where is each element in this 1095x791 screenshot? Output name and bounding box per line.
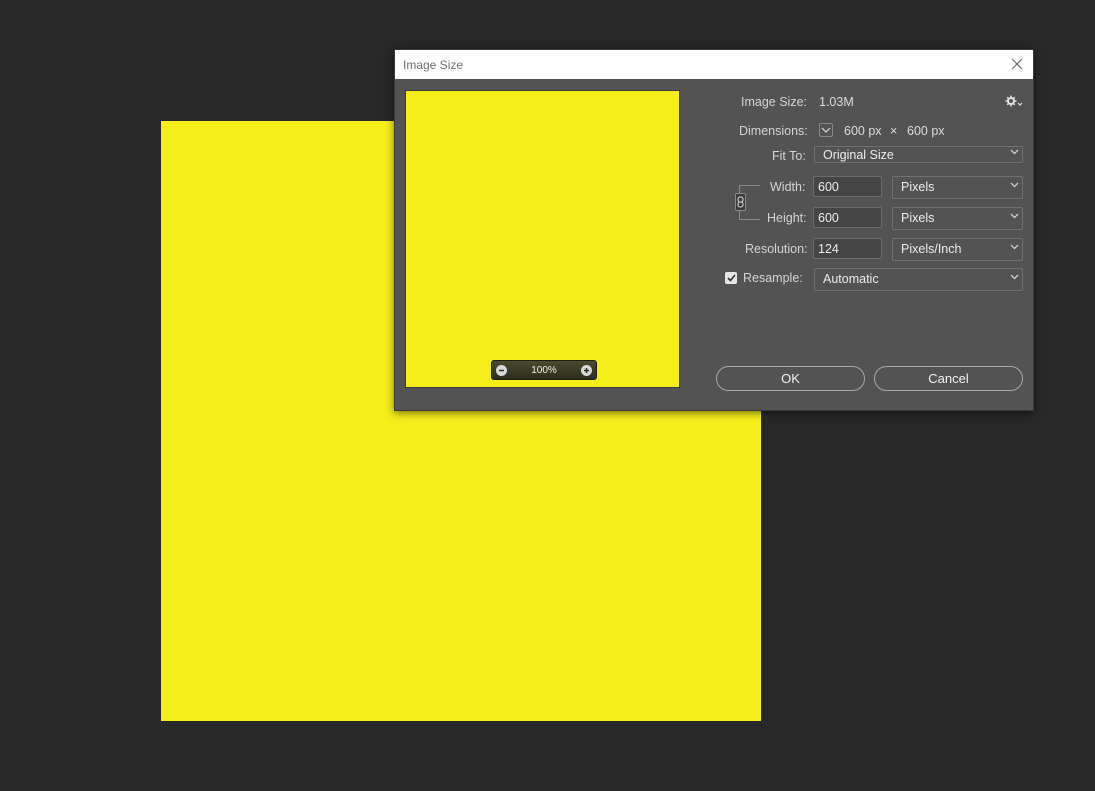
dimensions-label: Dimensions: — [739, 124, 808, 138]
zoom-in-icon[interactable] — [580, 364, 592, 376]
height-unit-select[interactable]: Pixels — [892, 207, 1023, 230]
image-size-dialog: Image Size 100% Image Size: 1.03M Dimens… — [394, 49, 1034, 411]
chevron-down-icon — [1010, 182, 1019, 188]
dimensions-dropdown[interactable] — [819, 123, 833, 137]
chevron-down-icon — [1010, 149, 1019, 155]
resolution-unit-value: Pixels/Inch — [901, 242, 962, 256]
resolution-label: Resolution: — [745, 242, 808, 256]
cancel-button[interactable]: Cancel — [874, 366, 1023, 391]
preview-zoom-control: 100% — [491, 360, 597, 380]
resample-checkbox[interactable] — [725, 272, 737, 284]
fit-to-label: Fit To: — [772, 149, 806, 163]
fit-to-value: Original Size — [823, 148, 894, 162]
dimensions-times: × — [890, 124, 898, 138]
gear-icon[interactable] — [1005, 95, 1023, 110]
height-unit-value: Pixels — [901, 211, 935, 225]
dimensions-width-value: 600 px — [844, 124, 882, 138]
resample-value: Automatic — [823, 272, 879, 286]
ok-button[interactable]: OK — [716, 366, 865, 391]
resample-label: Resample: — [743, 271, 803, 285]
chevron-down-icon — [1010, 244, 1019, 250]
width-input[interactable]: 600 — [813, 176, 882, 197]
width-unit-select[interactable]: Pixels — [892, 176, 1023, 199]
chevron-down-icon — [821, 127, 831, 133]
zoom-out-icon[interactable] — [496, 364, 507, 376]
chevron-down-icon — [1010, 274, 1019, 280]
dialog-titlebar[interactable]: Image Size — [395, 50, 1033, 79]
height-input[interactable]: 600 — [813, 207, 882, 228]
dialog-title: Image Size — [403, 58, 464, 72]
resample-select[interactable]: Automatic — [814, 268, 1023, 291]
checkmark-icon — [726, 274, 736, 282]
close-icon[interactable] — [1007, 54, 1027, 74]
resolution-input[interactable]: 124 — [813, 238, 882, 259]
image-size-value: 1.03M — [819, 95, 854, 109]
fit-to-select[interactable]: Original Size — [814, 146, 1023, 163]
constrain-bracket-bottom — [739, 211, 760, 220]
resolution-unit-select[interactable]: Pixels/Inch — [892, 238, 1023, 261]
image-size-label: Image Size: — [741, 95, 808, 109]
chevron-down-icon — [1010, 213, 1019, 219]
image-preview[interactable]: 100% — [405, 90, 680, 388]
width-label: Width: — [770, 180, 806, 194]
width-unit-value: Pixels — [901, 180, 935, 194]
zoom-level: 100% — [531, 364, 557, 376]
dimensions-height-value: 600 px — [907, 124, 945, 138]
height-label: Height: — [767, 211, 807, 225]
link-icon[interactable] — [735, 193, 746, 211]
